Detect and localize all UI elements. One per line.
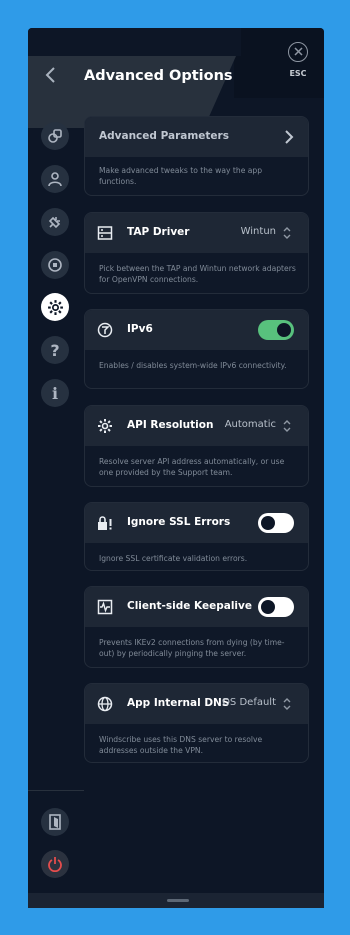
- ipv6-icon: [97, 322, 113, 338]
- globe-icon: [97, 696, 113, 712]
- card-advanced-parameters: Advanced Parameters Make advanced tweaks…: [84, 116, 309, 196]
- resize-handle[interactable]: [167, 899, 189, 902]
- sidebar-item-account[interactable]: [41, 165, 69, 193]
- lock-warning-icon: [97, 515, 113, 531]
- internal-dns-selector[interactable]: [282, 696, 292, 712]
- advanced-parameters-title: Advanced Parameters: [99, 130, 229, 142]
- updown-chevron-icon: [283, 227, 291, 239]
- ipv6-toggle[interactable]: [258, 320, 294, 340]
- tap-driver-selector[interactable]: [282, 225, 292, 241]
- ignore-ssl-desc: Ignore SSL certificate validation errors…: [99, 554, 248, 563]
- exit-icon: [49, 814, 61, 830]
- ignore-ssl-toggle[interactable]: [258, 513, 294, 533]
- tap-driver-row: TAP Driver Wintun: [85, 213, 308, 253]
- ignore-ssl-title: Ignore SSL Errors: [127, 516, 231, 528]
- power-icon: [48, 857, 62, 872]
- internal-dns-value[interactable]: OS Default: [222, 697, 276, 708]
- updown-chevron-icon: [283, 698, 291, 710]
- sidebar-item-connection-settings[interactable]: [41, 208, 69, 236]
- header-top-fill: [28, 28, 241, 56]
- api-resolution-desc: Resolve server API address automatically…: [99, 457, 285, 477]
- advanced-parameters-row[interactable]: Advanced Parameters: [85, 117, 308, 157]
- api-resolution-title: API Resolution: [127, 419, 214, 431]
- ipv6-row: IPv6: [85, 310, 308, 350]
- sidebar-divider: [28, 790, 84, 791]
- connection-icon: [48, 129, 62, 143]
- ipv6-desc: Enables / disables system-wide IPv6 conn…: [99, 361, 287, 370]
- gear-icon: [97, 418, 113, 434]
- keepalive-pulse-icon: [97, 599, 113, 615]
- card-api-resolution: API Resolution Automatic Resolve server …: [84, 405, 309, 487]
- card-ipv6: IPv6 Enables / disables system-wide IPv6…: [84, 309, 309, 389]
- ignore-ssl-row: Ignore SSL Errors: [85, 503, 308, 543]
- api-resolution-value[interactable]: Automatic: [225, 419, 276, 430]
- sidebar-item-connection[interactable]: [41, 122, 69, 150]
- network-adapter-icon: [97, 225, 113, 241]
- ipv6-title: IPv6: [127, 323, 153, 335]
- close-button[interactable]: [288, 42, 308, 62]
- keepalive-title: Client-side Keepalive: [127, 600, 252, 612]
- back-button[interactable]: [44, 66, 64, 88]
- info-icon: i: [51, 383, 59, 403]
- keepalive-desc: Prevents IKEv2 connections from dying (b…: [99, 638, 285, 658]
- api-resolution-row: API Resolution Automatic: [85, 406, 308, 446]
- chevron-right-icon: [285, 130, 294, 144]
- card-tap-driver: TAP Driver Wintun Pick between the TAP a…: [84, 212, 309, 294]
- chevron-left-icon: [45, 67, 55, 83]
- sidebar: ? i: [28, 100, 84, 908]
- sidebar-item-robert[interactable]: [41, 251, 69, 279]
- advanced-parameters-desc: Make advanced tweaks to the way the app …: [99, 166, 263, 186]
- sidebar-item-help[interactable]: ?: [41, 336, 69, 364]
- gear-icon: [47, 299, 63, 315]
- sidebar-item-quit[interactable]: [41, 850, 69, 878]
- close-icon: [293, 47, 303, 56]
- tap-driver-title: TAP Driver: [127, 226, 190, 238]
- help-icon: ?: [50, 340, 60, 360]
- updown-chevron-icon: [283, 420, 291, 432]
- keepalive-row: Client-side Keepalive: [85, 587, 308, 627]
- sidebar-item-about[interactable]: i: [41, 379, 69, 407]
- card-internal-dns: App Internal DNS OS Default Windscribe u…: [84, 683, 309, 763]
- robert-icon: [48, 258, 62, 272]
- page-title: Advanced Options: [84, 68, 233, 84]
- toggle-knob: [261, 516, 275, 530]
- keepalive-toggle[interactable]: [258, 597, 294, 617]
- internal-dns-desc: Windscribe uses this DNS server to resol…: [99, 735, 263, 755]
- window-corner: [234, 28, 324, 98]
- tap-driver-desc: Pick between the TAP and Wintun network …: [99, 264, 296, 284]
- plug-icon: [48, 216, 61, 229]
- card-keepalive: Client-side Keepalive Prevents IKEv2 con…: [84, 586, 309, 668]
- internal-dns-row: App Internal DNS OS Default: [85, 684, 308, 724]
- esc-label: ESC: [289, 69, 307, 78]
- account-icon: [48, 172, 62, 187]
- api-resolution-selector[interactable]: [282, 418, 292, 434]
- internal-dns-title: App Internal DNS: [127, 697, 230, 709]
- toggle-knob: [277, 323, 291, 337]
- sidebar-item-logout[interactable]: [41, 808, 69, 836]
- toggle-knob: [261, 600, 275, 614]
- card-ignore-ssl: Ignore SSL Errors Ignore SSL certificate…: [84, 502, 309, 571]
- sidebar-item-advanced[interactable]: [41, 293, 69, 321]
- tap-driver-value[interactable]: Wintun: [241, 226, 276, 237]
